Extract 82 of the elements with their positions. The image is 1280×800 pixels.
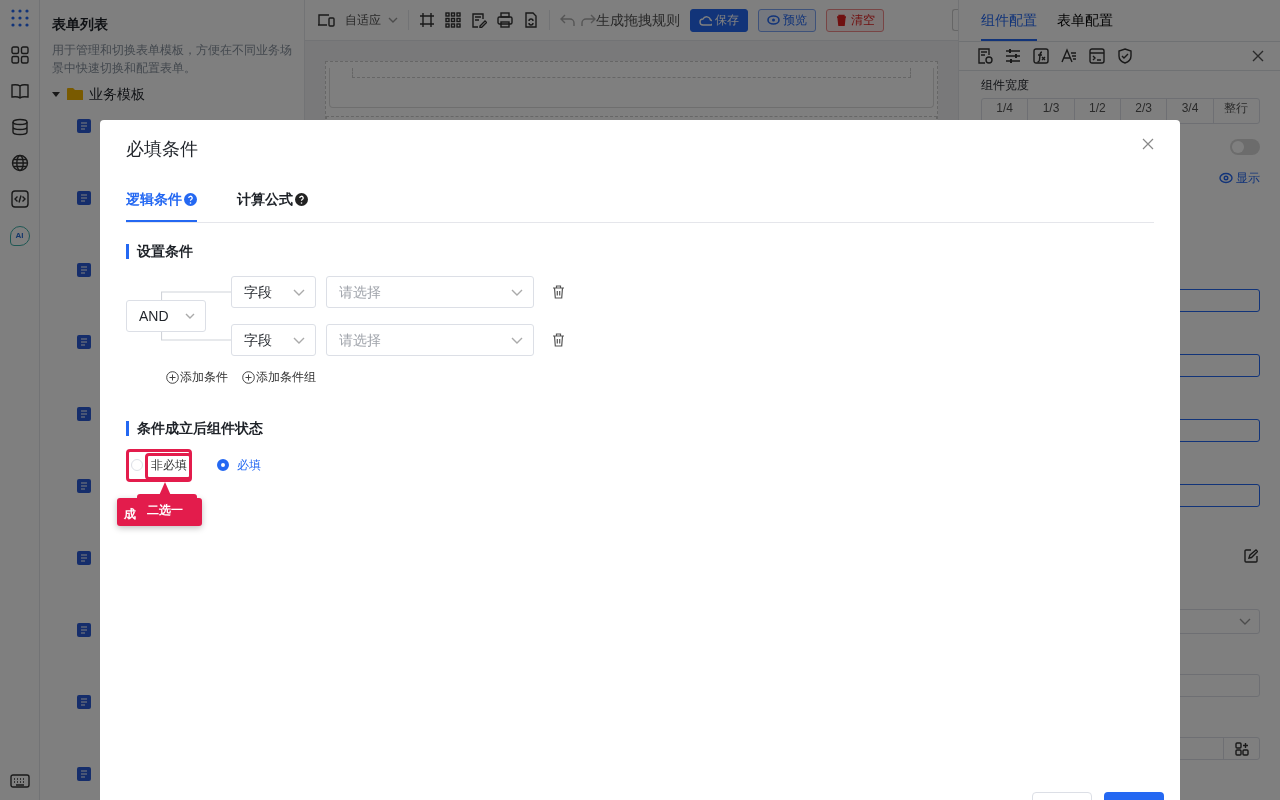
chevron-down-icon [1239,618,1251,625]
add-group-button[interactable]: 添加条件组 [242,368,316,386]
delete-icon[interactable] [552,333,565,347]
radio-selected[interactable] [217,459,229,471]
document-icon[interactable] [77,550,91,565]
console-icon[interactable] [1089,48,1105,64]
highlight-frame [145,453,192,480]
width-option[interactable]: 整行 [1213,99,1259,123]
document-icon[interactable] [77,406,91,421]
field-select[interactable]: 字段 [231,276,316,308]
close-icon[interactable] [1142,138,1154,150]
apps-icon[interactable] [9,8,30,28]
eye-icon [766,14,780,26]
panel-tab[interactable]: 表单配置 [1057,0,1113,41]
cloud-icon [698,14,712,26]
delete-icon[interactable] [552,285,565,299]
folder-icon [66,87,83,101]
sliders-icon[interactable] [1005,48,1021,64]
document-icon[interactable] [77,478,91,493]
panel-title: 表单列表 [52,15,109,34]
document-icon[interactable] [77,262,91,277]
chevron-down-icon [293,336,305,344]
logic-select[interactable]: AND [126,300,206,332]
file-sync-icon[interactable] [522,12,539,28]
preview-button[interactable]: 预览 [757,8,816,32]
value-select[interactable]: 请选择 [326,276,534,308]
dialog-tab[interactable]: 逻辑条件 [126,181,197,222]
add-condition-button[interactable]: 添加条件 [166,368,228,386]
close-icon[interactable] [1252,50,1264,62]
clear-button[interactable]: 清空 [825,8,884,32]
value-select[interactable]: 请选择 [326,324,534,356]
grid-dots-icon[interactable] [444,12,461,28]
caret-down-icon[interactable] [52,90,60,98]
visibility-link[interactable]: 显示 [1218,169,1260,187]
chevron-down-icon [511,288,523,296]
layout-select[interactable]: 自适应 [345,11,398,29]
radio-option[interactable]: 非必填 [131,456,187,474]
field-select[interactable]: 字段 [231,324,316,356]
chevron-down-icon [387,17,398,23]
plus-circle-icon [242,370,255,384]
document-icon[interactable] [77,694,91,709]
eye-icon [1218,172,1233,184]
dialog-title: 必填条件 [126,138,198,161]
save-button[interactable]: 保存 [689,8,748,32]
panel-tab[interactable]: 组件配置 [981,0,1037,41]
field-label: 组件宽度 [980,77,1030,94]
dialog-tab[interactable]: 计算公式 [237,181,308,222]
device-icon[interactable] [317,12,335,28]
document-icon[interactable] [77,118,91,133]
highlight-frame [126,449,192,482]
database-icon[interactable] [10,118,29,136]
section-title: 设置条件 [126,244,1154,259]
folder-label[interactable]: 业务模板 [89,83,145,105]
chevron-down-icon [293,288,305,296]
help-icon [295,193,308,206]
text-style-icon[interactable] [1061,48,1077,64]
edit-form-icon[interactable] [470,12,487,28]
callout-text: 成 [124,506,136,523]
globe-icon[interactable] [10,154,29,172]
help-icon [184,193,197,206]
print-icon[interactable] [496,12,513,28]
function-icon[interactable] [1033,48,1049,64]
keyboard-icon[interactable] [9,774,30,788]
form-settings-icon[interactable] [977,48,993,64]
generate-rules-link[interactable]: 生成拖拽规则 [595,9,680,31]
chevron-down-icon [511,336,523,344]
document-icon[interactable] [77,766,91,781]
section-title: 条件成立后组件状态 [126,421,1154,436]
document-icon[interactable] [77,622,91,637]
trash-icon [834,14,848,26]
chevron-down-icon [185,313,195,319]
widgets-add-icon [1234,741,1249,756]
edit-icon[interactable] [1244,549,1258,563]
plus-circle-icon [166,370,179,384]
book-icon[interactable] [10,82,29,100]
document-icon[interactable] [77,190,91,205]
grid-icon[interactable] [10,46,29,64]
crop-icon[interactable] [418,12,435,28]
radio-option[interactable]: 必填 [217,456,261,474]
shield-check-icon[interactable] [1117,48,1133,64]
code-icon[interactable] [10,190,29,208]
document-icon[interactable] [77,334,91,349]
